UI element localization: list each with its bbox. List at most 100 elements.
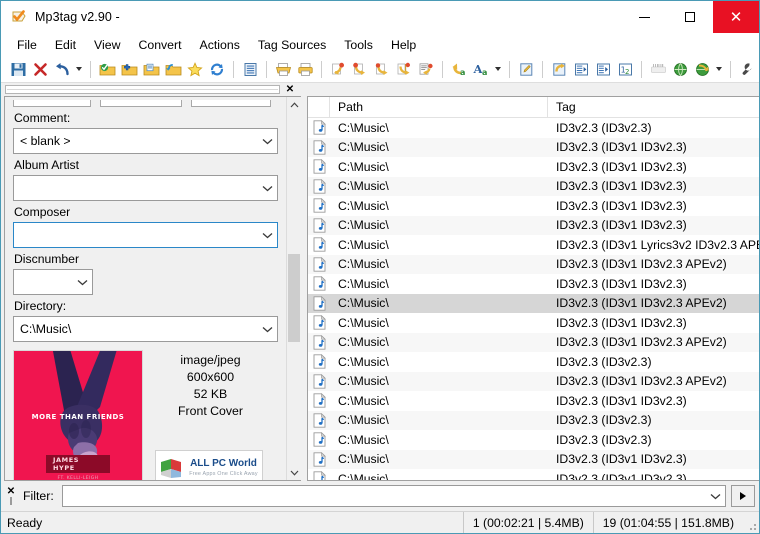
partial-field-3[interactable]	[191, 100, 271, 107]
chevron-down-icon[interactable]	[287, 465, 301, 480]
table-row[interactable]: C:\Music\ ID3v2.3 (ID3v1 ID3v2.3)	[308, 391, 759, 411]
partial-field-2[interactable]	[100, 100, 182, 107]
auto-numbering-icon[interactable]	[570, 58, 592, 80]
globe-amazon-icon[interactable]	[691, 58, 713, 80]
resize-grip-icon[interactable]	[743, 512, 759, 533]
refresh-blue-icon[interactable]	[206, 58, 228, 80]
export-yellow-icon[interactable]	[548, 58, 570, 80]
table-row[interactable]: C:\Music\ ID3v2.3 (ID3v1 ID3v2.3)	[308, 137, 759, 157]
file-list-body[interactable]: C:\Music\ ID3v2.3 (ID3v2.3) C:\Music\ ID3v2…	[308, 118, 759, 480]
print-closed-icon[interactable]	[294, 58, 316, 80]
tag-panel-horizontal-scrollbar[interactable]	[5, 85, 280, 94]
scroll-thumb[interactable]	[288, 254, 300, 342]
table-row[interactable]: C:\Music\ ID3v2.3 (ID3v2.3)	[308, 352, 759, 372]
chevron-down-icon[interactable]	[72, 270, 92, 294]
cell-tag: ID3v2.3 (ID3v2.3)	[556, 413, 652, 428]
maximize-button[interactable]	[667, 1, 713, 33]
table-row[interactable]: C:\Music\ ID3v2.3 (ID3v1 ID3v2.3)	[308, 176, 759, 196]
menu-tag-sources[interactable]: Tag Sources	[249, 36, 335, 54]
scroll-track[interactable]	[287, 112, 301, 465]
chevron-down-icon[interactable]	[257, 129, 277, 153]
folder-add-icon[interactable]	[118, 58, 140, 80]
star-favorite-icon[interactable]	[184, 58, 206, 80]
menu-edit[interactable]: Edit	[46, 36, 85, 54]
album-cover-image[interactable]: MORE THAN FRIENDS JAMES HYPE FT. KELLI-L…	[13, 350, 143, 480]
actions-dropdown-arrow-icon[interactable]	[492, 58, 504, 80]
tag-to-tag-icon[interactable]	[371, 58, 393, 80]
chevron-down-icon[interactable]	[257, 176, 277, 200]
filename-to-filename-icon[interactable]	[393, 58, 415, 80]
cell-path: C:\Music\	[338, 315, 389, 330]
filter-input[interactable]	[62, 486, 705, 506]
table-row[interactable]: C:\Music\ ID3v2.3 (ID3v2.3)	[308, 118, 759, 138]
close-button[interactable]: ✕	[713, 1, 759, 33]
globe-dropdown-arrow-icon[interactable]	[713, 58, 725, 80]
menu-tools[interactable]: Tools	[335, 36, 382, 54]
table-row[interactable]: C:\Music\ ID3v2.3 (ID3v1 ID3v2.3 APEv2)	[308, 254, 759, 274]
globe-green-icon[interactable]	[669, 58, 691, 80]
chevron-down-icon[interactable]	[257, 223, 277, 247]
table-row[interactable]: C:\Music\ ID3v2.3 (ID3v2.3)	[308, 410, 759, 430]
column-list-icon[interactable]	[592, 58, 614, 80]
table-row[interactable]: C:\Music\ ID3v2.3 (ID3v1 ID3v2.3)	[308, 449, 759, 469]
cd-barcode-icon[interactable]	[647, 58, 669, 80]
filename-to-tag-icon[interactable]	[327, 58, 349, 80]
edit-pencil-icon[interactable]	[515, 58, 537, 80]
table-row[interactable]: C:\Music\ ID3v2.3 (ID3v1 ID3v2.3)	[308, 215, 759, 235]
status-selection: 1 (00:02:21 | 5.4MB)	[462, 512, 593, 533]
table-row[interactable]: C:\Music\ ID3v2.3 (ID3v1 ID3v2.3 APEv2)	[308, 332, 759, 352]
chevron-up-icon[interactable]	[287, 97, 301, 112]
undo-dropdown-arrow-icon[interactable]	[73, 58, 85, 80]
menu-help[interactable]: Help	[382, 36, 425, 54]
chevron-down-icon[interactable]	[705, 486, 725, 506]
table-row[interactable]: C:\Music\ ID3v2.3 (ID3v2.3)	[308, 430, 759, 450]
folder-file-icon[interactable]	[140, 58, 162, 80]
filter-combo[interactable]	[61, 485, 726, 507]
partial-field-1[interactable]	[13, 100, 91, 107]
composer-field[interactable]	[13, 222, 278, 248]
number-sequence-icon[interactable]: 1 2	[614, 58, 636, 80]
status-bar: Ready 1 (00:02:21 | 5.4MB) 19 (01:04:55 …	[1, 511, 759, 533]
text-file-tag-icon[interactable]	[415, 58, 437, 80]
menu-actions[interactable]: Actions	[191, 36, 249, 54]
table-row[interactable]: C:\Music\ ID3v2.3 (ID3v1 ID3v2.3)	[308, 196, 759, 216]
save-floppy-icon[interactable]	[7, 58, 29, 80]
column-header-path[interactable]: Path	[330, 97, 548, 117]
print-open-icon[interactable]	[272, 58, 294, 80]
table-row[interactable]: C:\Music\ ID3v2.3 (ID3v1 ID3v2.3)	[308, 157, 759, 177]
table-row[interactable]: C:\Music\ ID3v2.3 (ID3v1 ID3v2.3 APEv2)	[308, 371, 759, 391]
menu-file[interactable]: File	[8, 36, 46, 54]
apply-filter-button[interactable]	[731, 485, 755, 507]
toolbar-separator	[730, 60, 731, 78]
menu-convert[interactable]: Convert	[129, 36, 190, 54]
filter-close-button[interactable]: ✕	[3, 481, 19, 511]
tag-to-filename-icon[interactable]	[349, 58, 371, 80]
cell-tag: ID3v2.3 (ID3v1 ID3v2.3 APEv2)	[556, 335, 727, 350]
tag-panel-close-icon[interactable]: ✕	[282, 84, 298, 96]
wrench-options-icon[interactable]	[736, 58, 758, 80]
actions-font-icon[interactable]: A a	[470, 58, 492, 80]
folder-check-icon[interactable]	[96, 58, 118, 80]
table-row[interactable]: C:\Music\ ID3v2.3 (ID3v1 ID3v2.3 APEv2)	[308, 293, 759, 313]
playlist-blue-icon[interactable]	[239, 58, 261, 80]
table-row[interactable]: C:\Music\ ID3v2.3 (ID3v1 ID3v2.3)	[308, 469, 759, 480]
discnumber-field[interactable]	[13, 269, 93, 295]
table-row[interactable]: C:\Music\ ID3v2.3 (ID3v1 ID3v2.3)	[308, 313, 759, 333]
directory-field[interactable]: C:\Music\	[13, 316, 278, 342]
comment-field[interactable]: < blank >	[13, 128, 278, 154]
minimize-button[interactable]	[621, 1, 667, 33]
folder-open-icon[interactable]	[162, 58, 184, 80]
tag-panel-vertical-scrollbar[interactable]	[286, 97, 301, 480]
table-row[interactable]: C:\Music\ ID3v2.3 (ID3v1 ID3v2.3)	[308, 274, 759, 294]
table-row[interactable]: C:\Music\ ID3v2.3 (ID3v1 Lyrics3v2 ID3v2.…	[308, 235, 759, 255]
album-artist-field[interactable]	[13, 175, 278, 201]
cell-tag: ID3v2.3 (ID3v1 ID3v2.3)	[556, 315, 687, 330]
case-conversion-icon[interactable]: a	[448, 58, 470, 80]
chevron-down-icon[interactable]	[257, 317, 277, 341]
menu-view[interactable]: View	[85, 36, 129, 54]
watermark-title: ALL PC World	[190, 458, 257, 469]
composer-label: Composer	[14, 205, 71, 219]
undo-arrow-icon[interactable]	[51, 58, 73, 80]
remove-tag-x-icon[interactable]	[29, 58, 51, 80]
column-header-tag[interactable]: Tag	[548, 97, 759, 117]
